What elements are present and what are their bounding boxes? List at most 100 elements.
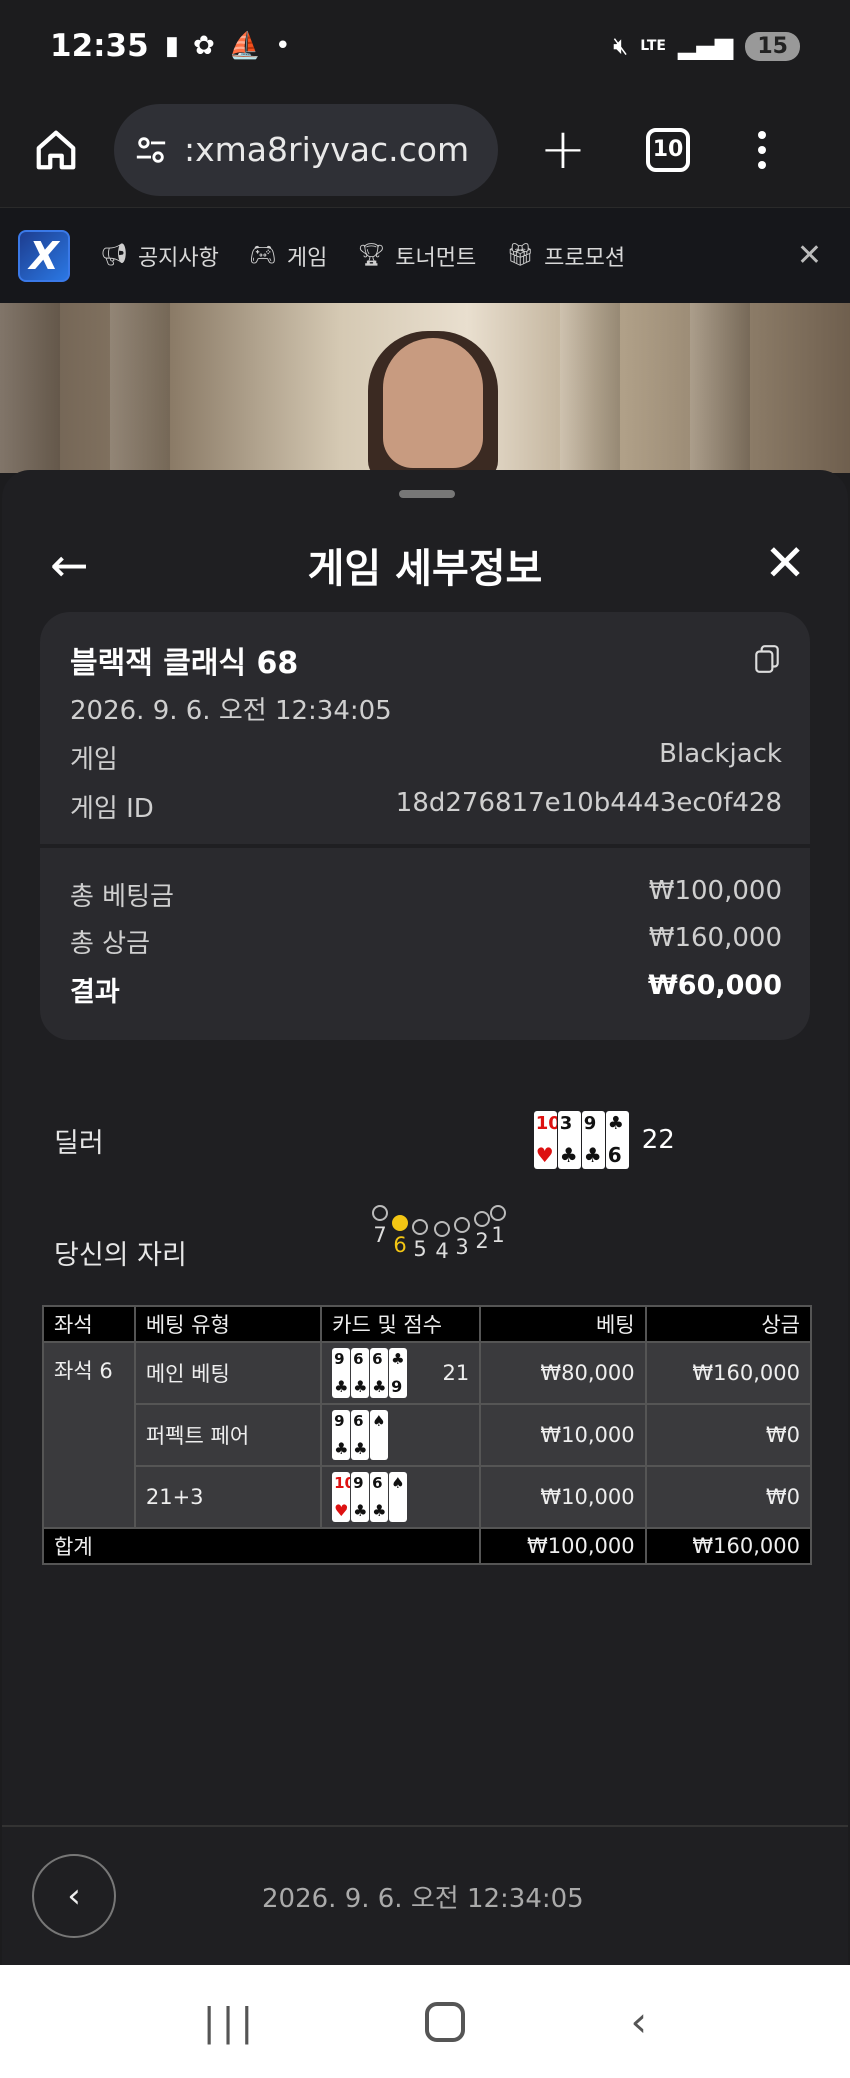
nav-item-label: 공지사항 <box>137 245 219 271</box>
dot-icon: • <box>275 31 291 61</box>
bets-table: 좌석 베팅 유형 카드 및 점수 베팅 상금 좌석 6 메인 베팅 9 ♣ 6 ♣ 6 ♣ ♣ 9… <box>41 1305 813 1565</box>
address-bar[interactable]: :xma8riyvac.com <box>114 103 498 196</box>
result-row: 결과 ₩60,000 <box>70 970 782 1009</box>
system-icons: 🔇︎ LTE ▂▄▆ 15 <box>613 31 800 61</box>
playing-card: 6 ♣ <box>351 1348 370 1398</box>
site-logo[interactable]: X <box>18 229 70 282</box>
nav-item-promotion[interactable]: 🎁︎ 프로모션 <box>506 240 625 272</box>
game-name: 블랙잭 클래식 68 <box>70 646 299 681</box>
close-icon[interactable]: ✕ <box>764 534 806 592</box>
table-header: 상금 <box>644 1305 813 1343</box>
gamepad-icon: 🎮︎ <box>248 243 277 268</box>
seat-5[interactable]: 5 <box>410 1219 430 1261</box>
nav-item-notice[interactable]: 📢︎ 공지사항 <box>100 240 219 272</box>
table-header: 베팅 <box>479 1305 647 1343</box>
bet-cell: ₩10,000 <box>479 1465 647 1529</box>
panel-header: ← 게임 세부정보 ✕ <box>2 520 848 610</box>
dealer-cards: 10 ♥ 3 ♣ 9 ♣ ♣ 6 <box>533 1111 630 1169</box>
total-row: 합계 ₩100,000 ₩160,000 <box>41 1527 813 1565</box>
notification-icons: ▮ ✿ ⛵ • <box>165 31 291 61</box>
bet-cell: ₩80,000 <box>479 1341 647 1405</box>
alert-icon: ▮ <box>164 31 179 61</box>
nav-item-label: 프로모션 <box>544 245 626 271</box>
game-info-card: 블랙잭 클래식 68 2026. 9. 6. 오전 12:34:05 게임 Bl… <box>40 612 810 1040</box>
total-label: 합계 <box>41 1527 482 1565</box>
site-settings-icon[interactable] <box>134 133 168 167</box>
result-label: 결과 <box>70 977 120 1008</box>
playing-card: 9 ♣ <box>332 1348 351 1398</box>
chevron-left-icon: ‹ <box>67 1876 81 1916</box>
previous-button[interactable]: ‹ <box>32 1854 116 1938</box>
recent-apps-button[interactable]: ||| <box>203 2000 259 2044</box>
game-datetime: 2026. 9. 6. 오전 12:34:05 <box>70 696 392 726</box>
cards-cell: 10 ♥ 9 ♣ 6 ♣ ♠ <box>320 1465 482 1529</box>
status-bar: 12:35 ▮ ✿ ⛵ • 🔇︎ LTE ▂▄▆ 15 <box>0 0 850 92</box>
home-icon <box>36 130 76 169</box>
nav-item-label: 토너먼트 <box>395 245 477 271</box>
dealer-row: 딜러 10 ♥ 3 ♣ 9 ♣ ♣ 6 22 <box>54 1110 754 1170</box>
game-label: 게임 <box>70 745 118 775</box>
bet-type-cell: 메인 베팅 <box>133 1341 323 1405</box>
close-icon[interactable]: ✕ <box>797 238 822 273</box>
win-cell: ₩160,000 <box>644 1341 813 1405</box>
gift-icon: 🎁︎ <box>506 243 535 268</box>
new-tab-button[interactable]: + <box>538 121 588 178</box>
playing-card: 9 ♣ <box>351 1472 370 1522</box>
cards-cell: 9 ♣ 6 ♣ ♠ <box>320 1403 482 1467</box>
win-cell: ₩0 <box>644 1465 813 1529</box>
megaphone-icon: 📢︎ <box>100 243 128 268</box>
panel-footer: ‹ 2026. 9. 6. 오전 12:34:05 <box>2 1825 848 1965</box>
bet-type-cell: 21+3 <box>133 1465 323 1529</box>
battery-level: 15 <box>757 33 788 59</box>
back-nav-button[interactable]: ‹ <box>630 1997 647 2046</box>
footer-date: 2026. 9. 6. 오전 12:34:05 <box>262 1883 584 1914</box>
playing-card: 10 ♥ <box>332 1472 351 1522</box>
mute-icon: 🔇︎ <box>613 32 629 60</box>
total-win-row: 총 상금 ₩160,000 <box>70 923 782 960</box>
dealer-label: 딜러 <box>54 1127 104 1159</box>
battery-icon: 15 <box>745 31 800 61</box>
win-cell: ₩0 <box>644 1403 813 1467</box>
shoe-icon: ⛵ <box>228 31 262 61</box>
browser-menu-button[interactable] <box>758 130 766 169</box>
total-bet-row: 총 베팅금 ₩100,000 <box>70 876 782 913</box>
seat-7[interactable]: 7 <box>370 1205 390 1247</box>
tab-switcher-button[interactable]: 10 <box>646 127 690 172</box>
seat-1[interactable]: 1 <box>488 1205 508 1247</box>
hand-score: 21 <box>442 1361 470 1385</box>
bet-cell: ₩10,000 <box>479 1403 647 1467</box>
drag-handle[interactable] <box>399 490 455 498</box>
nav-item-games[interactable]: 🎮︎ 게임 <box>249 240 327 272</box>
playing-card: ♣ 6 <box>605 1111 629 1169</box>
playing-card: 6 ♣ <box>370 1472 389 1522</box>
home-button[interactable] <box>28 122 84 178</box>
home-nav-button[interactable] <box>424 2001 465 2042</box>
trophy-icon: 🏆︎ <box>357 243 386 268</box>
game-id-value: 18d276817e10b4443ec0f428 <box>395 788 782 818</box>
live-video <box>0 303 850 473</box>
back-arrow-icon[interactable]: ← <box>50 538 89 592</box>
playing-card: 3 ♣ <box>557 1111 581 1169</box>
total-bet: ₩100,000 <box>479 1527 647 1565</box>
panel-title: 게임 세부정보 <box>307 546 543 592</box>
android-nav-bar: ||| ‹ <box>0 1965 850 2078</box>
table-header: 베팅 유형 <box>133 1305 323 1343</box>
playing-card: ♠ <box>370 1410 389 1460</box>
url-text: :xma8riyvac.com <box>184 130 470 169</box>
nav-item-tournament[interactable]: 🏆︎ 토너먼트 <box>357 240 476 272</box>
total-win: ₩160,000 <box>644 1527 813 1565</box>
playing-card: 6 ♣ <box>351 1410 370 1460</box>
copy-icon[interactable] <box>754 644 780 674</box>
bet-type-cell: 퍼펙트 페어 <box>133 1403 323 1467</box>
seat-3[interactable]: 3 <box>452 1217 472 1259</box>
game-row: 게임 Blackjack <box>70 739 782 776</box>
playing-card: 6 ♣ <box>370 1348 389 1398</box>
total-win-label: 총 상금 <box>70 929 151 959</box>
seat-4[interactable]: 4 <box>432 1221 452 1263</box>
game-id-label: 게임 ID <box>70 794 154 824</box>
game-value: Blackjack <box>659 739 782 769</box>
seat-6[interactable]: 6 <box>390 1215 410 1257</box>
playing-card: 10 ♥ <box>533 1111 557 1169</box>
nav-item-label: 게임 <box>286 245 328 271</box>
playing-card: 9 ♣ <box>332 1410 351 1460</box>
